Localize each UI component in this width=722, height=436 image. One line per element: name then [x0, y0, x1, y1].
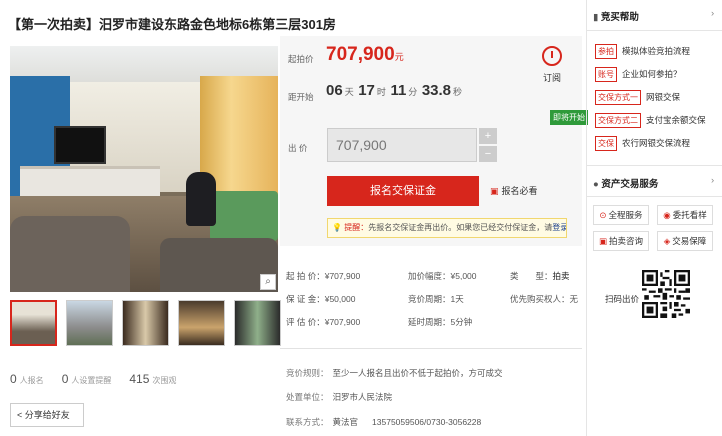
thumbnail-strip — [10, 300, 281, 346]
contact-info: 联系方式： 黄法官 13575059506/0730-3056228 — [286, 417, 482, 427]
chevron-right-icon: › — [711, 175, 715, 186]
countdown-label: 距开始 — [288, 92, 314, 102]
help-item-1[interactable]: 参拍 模拟体验竞拍流程 — [595, 44, 690, 59]
status-badge: 即将开始 — [550, 110, 588, 125]
chat-icon: ▣ — [598, 236, 607, 246]
login-link[interactable]: 登录 — [552, 223, 566, 232]
service-full[interactable]: ⊙ 全程服务 — [593, 205, 649, 225]
detail-increment: 加价幅度：¥5,000 — [408, 271, 477, 281]
document-icon: ▣ — [490, 186, 499, 196]
login-notice: 💡 提醒：先报名交保证金再出价。如果您已经交付保证金，请登录 — [327, 218, 567, 238]
help-item-2[interactable]: 账号 企业如何参拍？ — [595, 67, 682, 82]
service-grid: ⊙ 全程服务 ◉ 委托看样 ▣ 拍卖咨询 ◈ 交易保障 — [593, 205, 713, 251]
check-icon: ⊙ — [599, 210, 607, 220]
must-read-link[interactable]: ▣ 报名必看 — [490, 184, 538, 197]
detail-priority: 优先购买权人：无 — [510, 294, 579, 304]
alarm-clock-icon — [542, 46, 562, 66]
bid-label: 出 价 — [288, 143, 308, 153]
subscribe-button[interactable]: 订阅 — [542, 46, 562, 84]
help-item-4[interactable]: 交保方式二 支付宝余额交保 — [595, 113, 706, 128]
property-photo[interactable]: ⌕ — [10, 46, 278, 292]
decrease-button[interactable]: − — [479, 146, 497, 162]
detail-assess: 评 估 价：¥707,900 — [286, 317, 361, 327]
location-icon: ◉ — [663, 210, 671, 220]
shield-icon: ◈ — [663, 236, 671, 246]
signup-count: 0 人报名 — [10, 372, 44, 386]
reminder-count: 0 人设置提醒 — [61, 372, 112, 386]
qr-code-icon — [642, 270, 690, 318]
detail-type: 类 型：拍卖 — [510, 271, 570, 281]
disposal-unit: 处置单位： 汨罗市人民法院 — [286, 392, 393, 402]
bid-input[interactable]: 707,900 — [327, 128, 477, 162]
bulb-icon: 💡 — [332, 223, 342, 232]
chevron-right-icon: › — [711, 8, 715, 19]
countdown: 06 天 17 时 11 分 33.8 秒 — [326, 82, 463, 99]
person-icon: ● — [593, 179, 599, 190]
service-viewing[interactable]: ◉ 委托看样 — [657, 205, 713, 225]
help-item-3[interactable]: 交保方式一 网银交保 — [595, 90, 680, 105]
detail-cycle: 竞价周期：1天 — [408, 294, 464, 304]
service-guarantee[interactable]: ◈ 交易保障 — [657, 231, 713, 251]
thumbnail-2[interactable] — [66, 300, 113, 346]
bid-stepper: + − — [479, 128, 497, 164]
service-heading[interactable]: ● 资产交易服务 › — [593, 175, 714, 190]
thumbnail-1[interactable] — [10, 300, 57, 346]
thumbnail-3[interactable] — [122, 300, 169, 346]
thumbnail-4[interactable] — [178, 300, 225, 346]
share-icon: < — [17, 410, 25, 420]
divider — [280, 348, 582, 349]
increase-button[interactable]: + — [479, 128, 497, 144]
thumbnail-5[interactable] — [234, 300, 281, 346]
qr-label: 扫码出价 — [605, 294, 640, 304]
zoom-icon[interactable]: ⌕ — [260, 274, 276, 290]
price-panel: 起拍价 707,900元 距开始 06 天 17 时 11 分 33.8 秒 订阅 即将… — [280, 36, 588, 246]
bag-icon: ▮ — [593, 12, 599, 23]
sidebar: ▮ 竞买帮助 › 参拍 模拟体验竞拍流程 账号 企业如何参拍？ 交保方式一 网银交保 交… — [586, 0, 722, 436]
detail-deposit: 保 证 金：¥50,000 — [286, 294, 356, 304]
page-title: 【第一次拍卖】汨罗市建设东路金色地标6栋第三层301房 — [8, 17, 336, 32]
detail-start-price: 起 拍 价：¥707,900 — [286, 271, 361, 281]
start-price: 707,900元 — [326, 44, 404, 65]
help-heading[interactable]: ▮ 竞买帮助 › — [593, 8, 714, 23]
auction-stats: 0 人报名 0 人设置提醒 415 次围观 — [10, 372, 176, 386]
detail-delay: 延时周期：5分钟 — [408, 317, 473, 327]
help-item-5[interactable]: 交保 农行网银交保流程 — [595, 136, 690, 151]
bidding-rule: 竞价规则： 至少一人报名且出价不低于起拍价，方可成交 — [286, 368, 503, 378]
share-button[interactable]: < 分享给好友 — [10, 403, 84, 427]
view-count: 415 次围观 — [129, 372, 177, 386]
service-consult[interactable]: ▣ 拍卖咨询 — [593, 231, 649, 251]
start-price-label: 起拍价 — [288, 54, 314, 64]
signup-deposit-button[interactable]: 报名交保证金 — [327, 176, 479, 206]
